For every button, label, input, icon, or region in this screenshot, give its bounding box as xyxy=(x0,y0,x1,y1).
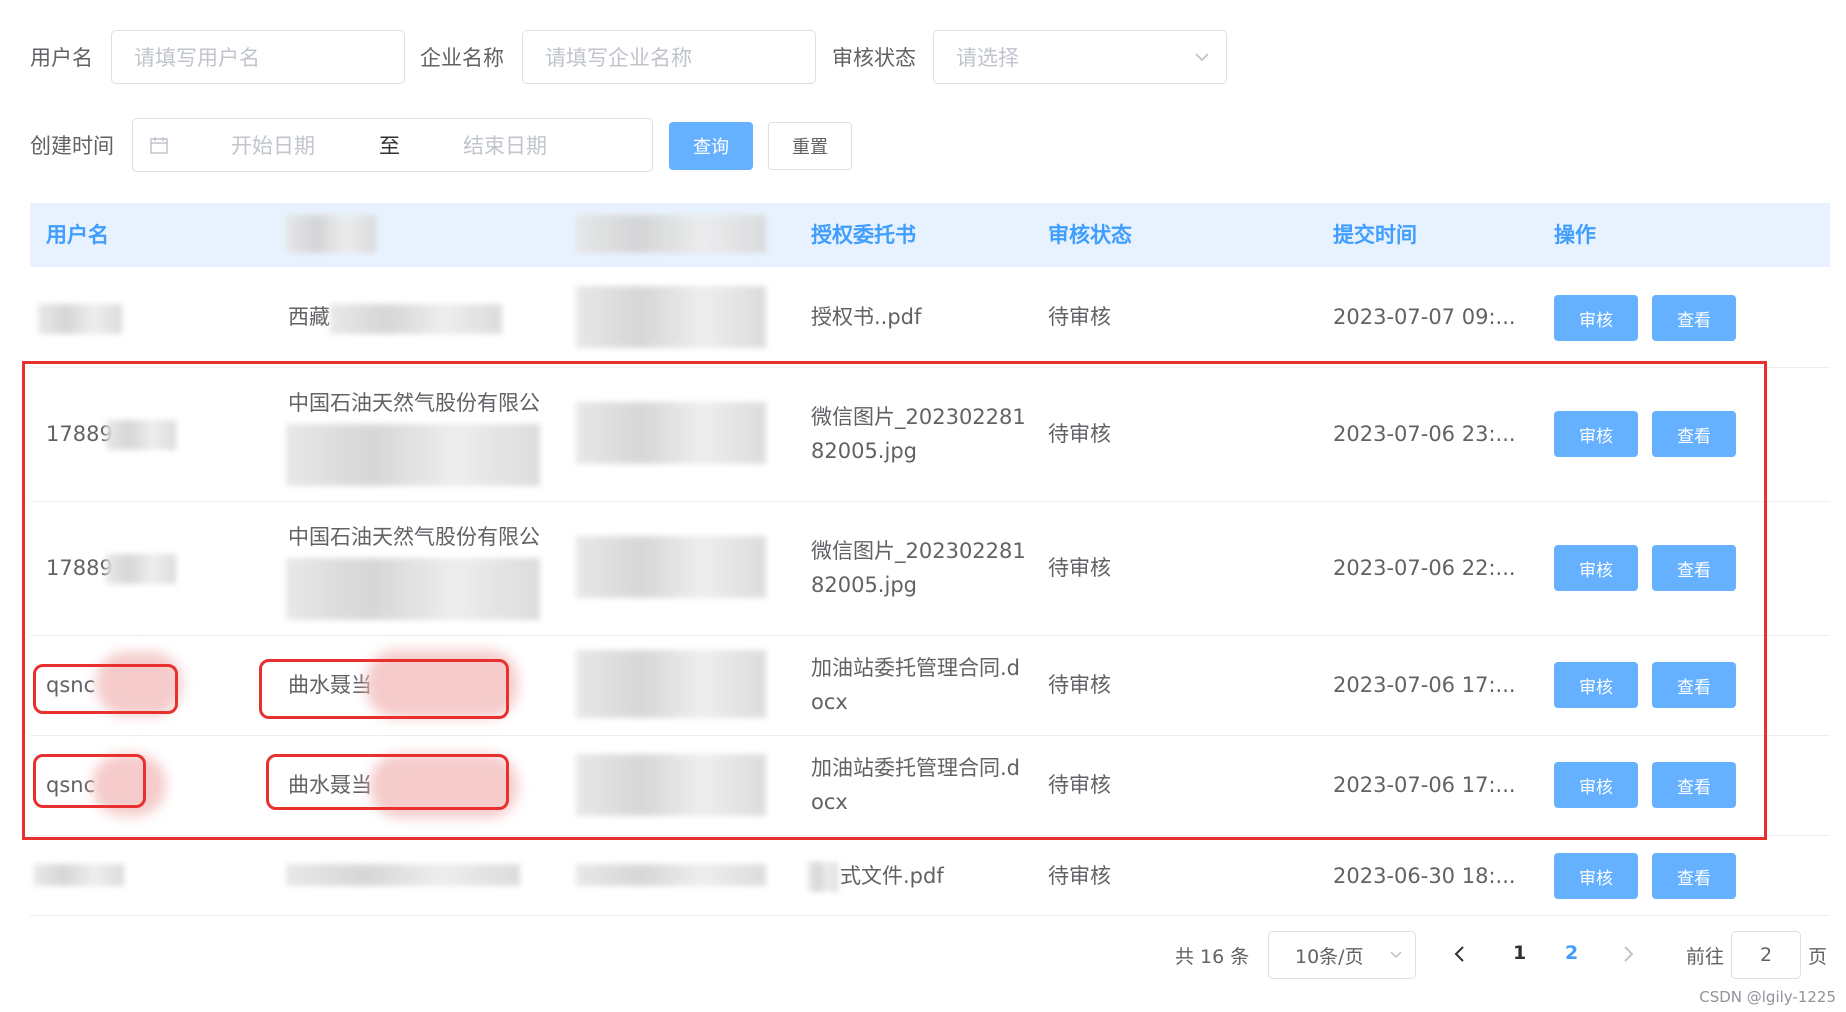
redacted-company xyxy=(330,304,502,334)
prev-page-icon[interactable] xyxy=(1452,944,1468,964)
page-number-2[interactable]: 2 xyxy=(1565,942,1578,964)
goto-page-input[interactable]: 2 xyxy=(1731,931,1801,979)
next-page-icon[interactable] xyxy=(1620,944,1636,964)
header-authorization: 授权委托书 xyxy=(811,223,916,247)
company-placeholder: 请填写企业名称 xyxy=(545,46,692,70)
annotation-username-box xyxy=(33,754,146,808)
calendar-icon xyxy=(150,137,168,154)
status-label: 审核状态 xyxy=(832,46,916,70)
table-row: 式文件.pdf 待审核 2023-06-30 18:... 审核 查看 xyxy=(30,836,1830,916)
company-input[interactable]: 请填写企业名称 xyxy=(522,30,816,84)
redacted-cell xyxy=(576,864,766,886)
page-size-value: 10条/页 xyxy=(1295,945,1364,968)
table-header: 用户名 授权委托书 审核状态 提交时间 操作 xyxy=(30,203,1830,267)
redacted-username xyxy=(38,304,122,334)
status-cell: 待审核 xyxy=(1048,864,1111,888)
redacted-cell xyxy=(576,286,766,348)
header-actions: 操作 xyxy=(1554,223,1596,247)
range-separator: 至 xyxy=(379,134,400,158)
company-label: 企业名称 xyxy=(420,46,504,70)
watermark: CSDN @lgily-1225 xyxy=(1699,988,1836,1006)
company-cell: 西藏 xyxy=(288,305,330,329)
audit-button[interactable]: 审核 xyxy=(1554,853,1638,899)
view-button[interactable]: 查看 xyxy=(1652,295,1736,341)
page-number-1[interactable]: 1 xyxy=(1513,942,1526,964)
pagination-total: 共 16 条 xyxy=(1175,946,1250,968)
redacted-header xyxy=(286,215,376,253)
header-username: 用户名 xyxy=(46,223,109,247)
time-cell: 2023-06-30 18:... xyxy=(1333,864,1516,888)
end-date-placeholder[interactable]: 结束日期 xyxy=(463,130,547,160)
header-submit-time: 提交时间 xyxy=(1333,223,1417,247)
query-button[interactable]: 查询 xyxy=(669,122,753,170)
redacted-company xyxy=(286,864,520,886)
table-row: 西藏 授权书..pdf 待审核 2023-07-07 09:... 审核 查看 xyxy=(30,268,1830,368)
username-label: 用户名 xyxy=(30,46,93,70)
file-cell[interactable]: 式文件.pdf xyxy=(840,859,944,893)
chevron-down-icon xyxy=(1195,53,1209,62)
page-suffix: 页 xyxy=(1808,946,1828,968)
view-button[interactable]: 查看 xyxy=(1652,853,1736,899)
redacted-header xyxy=(576,215,766,253)
chevron-down-icon xyxy=(1390,951,1402,959)
audit-button[interactable]: 审核 xyxy=(1554,295,1638,341)
redacted-file-prefix xyxy=(808,862,838,892)
status-cell: 待审核 xyxy=(1048,305,1111,329)
redacted-username xyxy=(34,864,124,886)
created-time-label: 创建时间 xyxy=(30,134,114,158)
status-select[interactable]: 请选择 xyxy=(933,30,1227,84)
time-cell: 2023-07-07 09:... xyxy=(1333,305,1516,329)
file-cell[interactable]: 授权书..pdf xyxy=(811,300,921,334)
reset-button[interactable]: 重置 xyxy=(768,122,852,170)
username-placeholder: 请填写用户名 xyxy=(134,46,260,70)
goto-page-value: 2 xyxy=(1759,944,1773,966)
date-range-picker[interactable]: 开始日期 至 结束日期 xyxy=(132,118,653,172)
annotation-username-box xyxy=(33,664,178,714)
annotation-company-box xyxy=(259,659,509,719)
username-input[interactable]: 请填写用户名 xyxy=(111,30,405,84)
header-audit-status: 审核状态 xyxy=(1048,223,1132,247)
page-size-select[interactable]: 10条/页 xyxy=(1268,931,1416,979)
annotation-company-box xyxy=(266,754,509,810)
start-date-placeholder[interactable]: 开始日期 xyxy=(231,130,315,160)
status-placeholder: 请选择 xyxy=(956,46,1019,70)
goto-label: 前往 xyxy=(1686,946,1725,968)
